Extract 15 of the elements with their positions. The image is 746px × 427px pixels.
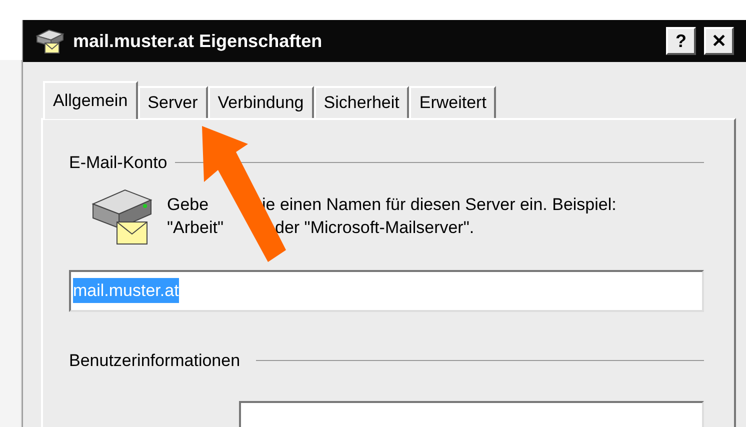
description-text: der "Microsoft-Mailserver". xyxy=(275,217,474,240)
group-heading: E-Mail-Konto xyxy=(69,152,168,174)
group-heading: Benutzerinformationen xyxy=(69,350,240,372)
description-text: Gebe xyxy=(167,195,209,214)
tab[interactable]: Erweitert xyxy=(409,86,496,118)
mail-server-icon xyxy=(35,28,65,54)
close-button[interactable]: ✕ xyxy=(704,27,734,55)
description-text: "Arbeit" xyxy=(167,218,224,237)
tab[interactable]: Verbindung xyxy=(208,86,314,118)
tab[interactable]: Sicherheit xyxy=(314,86,410,118)
account-name-value: mail.muster.at xyxy=(73,278,179,304)
tab[interactable]: Allgemein xyxy=(43,81,138,119)
help-button[interactable]: ? xyxy=(666,27,696,55)
tab[interactable]: Server xyxy=(138,86,208,118)
window-title: mail.muster.at Eigenschaften xyxy=(73,30,324,53)
